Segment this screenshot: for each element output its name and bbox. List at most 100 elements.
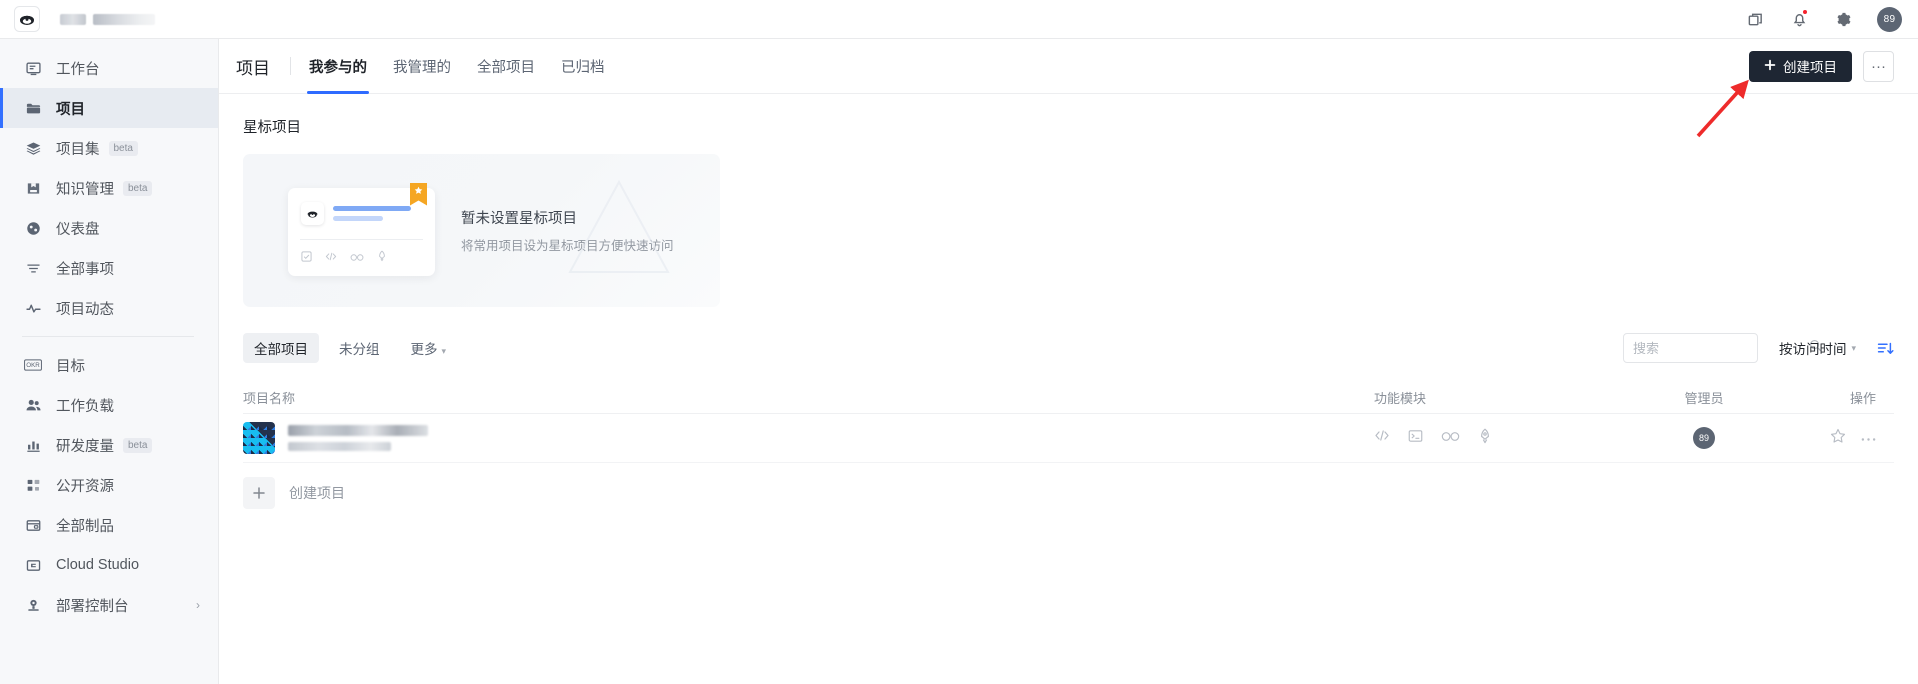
user-avatar[interactable]: 89 — [1877, 6, 1902, 32]
project-subtitle-block — [288, 442, 391, 451]
bar-chart-icon — [24, 436, 42, 454]
filter-chip-ungrouped[interactable]: 未分组 — [328, 333, 391, 363]
org-name-block-2 — [93, 13, 155, 25]
project-avatar-icon — [243, 422, 275, 454]
beta-tag: beta — [108, 140, 138, 156]
cloud-studio-icon — [24, 556, 42, 574]
star-outline-icon[interactable] — [1830, 428, 1846, 449]
tab-all-projects[interactable]: 全部项目 — [477, 39, 535, 94]
svg-text:OKR: OKR — [26, 362, 40, 369]
org-name-block-1 — [60, 13, 86, 25]
table-header-row: 项目名称 功能模块 管理员 操作 — [243, 382, 1894, 414]
column-header-modules: 功能模块 — [1374, 391, 1427, 406]
module-icon-group — [1374, 428, 1624, 449]
sidebar-label: 研发度量 — [56, 438, 114, 455]
plus-icon — [1764, 59, 1776, 74]
sidebar-label: 工作负载 — [56, 398, 114, 415]
sidebar-label: 目标 — [56, 358, 85, 375]
artifact-box-icon — [24, 516, 42, 534]
workbench-icon — [24, 59, 42, 77]
sidebar-item-all-artifacts[interactable]: 全部制品 — [0, 505, 218, 545]
sidebar-item-cloud-studio[interactable]: Cloud Studio — [0, 545, 218, 585]
sidebar-label: 项目动态 — [56, 301, 114, 318]
sidebar-item-project-activity[interactable]: 项目动态 — [0, 288, 218, 328]
sidebar: 工作台 项目 项目集 beta 知识管理 beta 仪表盘 全部事项 项目动态 … — [0, 39, 219, 684]
mini-card-module-icons — [288, 240, 435, 267]
beta-tag: beta — [123, 180, 153, 196]
sidebar-item-deploy-console[interactable]: 部署控制台 › — [0, 585, 218, 625]
notification-unread-dot — [1802, 9, 1808, 15]
starred-section-title: 星标项目 — [243, 120, 301, 136]
header-more-button[interactable]: ··· — [1863, 50, 1894, 82]
sort-descending-icon[interactable] — [1877, 341, 1894, 356]
sidebar-label: Cloud Studio — [56, 557, 140, 573]
sidebar-item-okr[interactable]: OKR 目标 — [0, 345, 218, 385]
plus-icon[interactable] — [243, 477, 275, 509]
coding-logo-icon[interactable] — [8, 0, 46, 38]
table-row[interactable]: 89 — [243, 414, 1894, 463]
projects-table: 项目名称 功能模块 管理员 操作 89 创建项目 — [243, 382, 1894, 517]
code-icon[interactable] — [1374, 429, 1390, 447]
create-project-row-label[interactable]: 创建项目 — [289, 483, 345, 503]
header-actions: 创建项目 ··· — [1749, 50, 1894, 82]
sidebar-item-dev-metrics[interactable]: 研发度量 beta — [0, 425, 218, 465]
main-content: 项目 我参与的 我管理的 全部项目 已归档 创建项目 ··· 星标项目 暂未设置… — [219, 39, 1918, 684]
sidebar-item-dashboard[interactable]: 仪表盘 — [0, 208, 218, 248]
beta-tag: beta — [123, 437, 153, 453]
sidebar-item-workload[interactable]: 工作负载 — [0, 385, 218, 425]
chevron-down-icon: ▾ — [1851, 342, 1856, 353]
filter-bar: 全部项目 未分组 更多▾ 按访问时间 — [243, 333, 1894, 363]
tab-my-participation[interactable]: 我参与的 — [307, 39, 369, 94]
sidebar-label: 仪表盘 — [56, 221, 100, 238]
grid-icon — [24, 476, 42, 494]
copy-window-icon[interactable] — [1745, 9, 1765, 29]
mini-project-card-illustration — [288, 182, 435, 276]
terminal-icon[interactable] — [1408, 429, 1423, 448]
tab-my-managed[interactable]: 我管理的 — [393, 39, 451, 94]
sidebar-item-knowledge[interactable]: 知识管理 beta — [0, 168, 218, 208]
chevron-right-icon[interactable]: › — [196, 598, 200, 612]
rocket-icon[interactable] — [1478, 428, 1492, 449]
pipeline-infinity-icon[interactable] — [1441, 429, 1460, 447]
notification-bell-icon[interactable] — [1789, 9, 1809, 29]
book-save-icon — [24, 179, 42, 197]
layers-icon — [24, 139, 42, 157]
top-bar: 89 — [0, 0, 1918, 39]
folder-icon — [24, 99, 42, 117]
filter-chip-more[interactable]: 更多 ▾ — [400, 333, 458, 363]
sidebar-label: 部署控制台 — [56, 598, 129, 615]
table-cell-modules — [1374, 428, 1624, 449]
ellipsis-icon[interactable] — [1861, 429, 1876, 447]
gear-icon[interactable] — [1833, 9, 1853, 29]
rocket-icon — [377, 249, 387, 267]
sidebar-item-projects[interactable]: 项目 — [0, 88, 218, 128]
sort-select[interactable]: 按访问时间 ▾ — [1779, 338, 1856, 358]
tab-archived[interactable]: 已归档 — [561, 39, 605, 94]
mini-project-avatar-icon — [301, 201, 324, 225]
filter-chip-all-projects[interactable]: 全部项目 — [243, 333, 319, 363]
top-bar-actions: 89 — [1745, 6, 1918, 32]
sidebar-item-workbench[interactable]: 工作台 — [0, 48, 218, 88]
sidebar-label: 工作台 — [56, 61, 100, 78]
deploy-console-icon — [24, 596, 42, 614]
mini-line-primary — [333, 205, 411, 211]
project-name-block — [288, 425, 428, 436]
activity-pulse-icon — [24, 299, 42, 317]
sidebar-item-project-sets[interactable]: 项目集 beta — [0, 128, 218, 168]
sidebar-item-public-resources[interactable]: 公开资源 — [0, 465, 218, 505]
admin-avatar[interactable]: 89 — [1693, 427, 1715, 449]
table-cell-name[interactable] — [243, 422, 1374, 454]
sidebar-divider — [22, 336, 194, 337]
filter-chip-more-label: 更多 — [410, 342, 438, 357]
create-project-button[interactable]: 创建项目 — [1749, 50, 1852, 82]
search-box[interactable] — [1622, 333, 1822, 363]
starred-empty-card[interactable]: 暂未设置星标项目 将常用项目设为星标项目方便快速访问 — [243, 154, 720, 307]
sidebar-label: 项目 — [56, 101, 85, 118]
create-project-row[interactable]: 创建项目 — [243, 463, 1894, 517]
checkbox-icon — [301, 249, 312, 267]
filter-list-icon — [24, 259, 42, 277]
pipeline-infinity-icon — [350, 249, 364, 267]
org-name-redacted[interactable] — [60, 13, 155, 25]
sidebar-item-all-issues[interactable]: 全部事项 — [0, 248, 218, 288]
table-cell-admin: 89 — [1624, 427, 1784, 449]
